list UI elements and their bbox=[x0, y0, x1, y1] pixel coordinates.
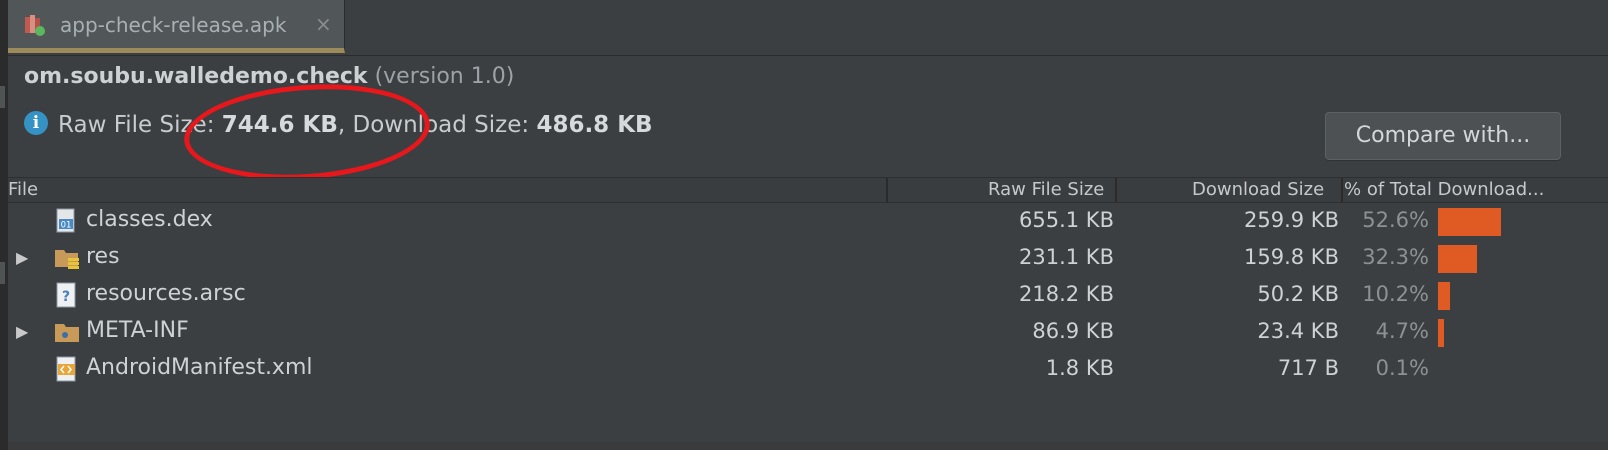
percent-bar bbox=[1438, 319, 1444, 347]
column-divider[interactable] bbox=[1115, 178, 1117, 202]
raw-file-size: 231.1 KB bbox=[1019, 245, 1114, 269]
close-icon[interactable]: × bbox=[315, 12, 332, 36]
folder-icon bbox=[54, 319, 80, 345]
expand-arrow-icon[interactable]: ▶ bbox=[16, 248, 28, 267]
file-name: AndroidManifest.xml bbox=[86, 355, 313, 380]
horizontal-scrollbar[interactable] bbox=[8, 442, 1608, 450]
file-name: classes.dex bbox=[86, 207, 213, 232]
table-row[interactable]: ▶ META-INF 86.9 KB 23.4 KB 4.7% bbox=[8, 314, 1608, 351]
version-open: (version bbox=[374, 64, 471, 89]
percent-bar bbox=[1438, 282, 1450, 310]
tab-app-check-release-apk[interactable]: app-check-release.apk × bbox=[8, 0, 345, 53]
raw-file-size: 218.2 KB bbox=[1019, 282, 1114, 306]
gutter-marker bbox=[0, 262, 5, 284]
percent-of-total: 52.6% bbox=[1362, 208, 1429, 232]
column-header-download-size[interactable]: Download Size bbox=[1192, 178, 1324, 202]
svg-text:01: 01 bbox=[61, 221, 72, 231]
download-size: 259.9 KB bbox=[1244, 208, 1339, 232]
percent-of-total: 10.2% bbox=[1362, 282, 1429, 306]
raw-file-size: 655.1 KB bbox=[1019, 208, 1114, 232]
download-size-value: 486.8 KB bbox=[536, 112, 653, 138]
column-header-percent[interactable]: % of Total Download... bbox=[1344, 178, 1544, 202]
percent-of-total: 32.3% bbox=[1362, 245, 1429, 269]
file-name: res bbox=[86, 244, 120, 269]
svg-text:?: ? bbox=[62, 289, 70, 305]
resource-folder-icon bbox=[54, 245, 80, 271]
table-row[interactable]: 01 classes.dex 655.1 KB 259.9 KB 52.6% bbox=[8, 203, 1608, 240]
version-number: 1.0 bbox=[470, 64, 506, 89]
percent-of-total: 4.7% bbox=[1375, 319, 1429, 343]
apk-summary-panel: om.soubu.walledemo.check (version 1.0) i… bbox=[8, 56, 1608, 450]
left-gutter bbox=[0, 0, 8, 450]
table-row[interactable]: AndroidManifest.xml 1.8 KB 717 B 0.1% bbox=[8, 351, 1608, 388]
compare-with-button[interactable]: Compare with... bbox=[1325, 112, 1561, 160]
percent-bar bbox=[1438, 208, 1501, 236]
dex-file-icon: 01 bbox=[54, 208, 80, 234]
file-name: resources.arsc bbox=[86, 281, 246, 306]
info-icon: i bbox=[24, 110, 48, 135]
raw-file-size: 1.8 KB bbox=[1045, 356, 1114, 380]
apk-analyzer-window: app-check-release.apk × om.soubu.wallede… bbox=[0, 0, 1608, 450]
file-name: META-INF bbox=[86, 318, 189, 343]
tab-label: app-check-release.apk bbox=[60, 13, 287, 37]
percent-of-total: 0.1% bbox=[1375, 356, 1429, 380]
download-size: 23.4 KB bbox=[1257, 319, 1339, 343]
app-title: om.soubu.walledemo.check (version 1.0) bbox=[24, 64, 514, 89]
download-size: 159.8 KB bbox=[1244, 245, 1339, 269]
version-close: ) bbox=[505, 64, 515, 89]
expand-arrow-icon[interactable]: ▶ bbox=[16, 322, 28, 341]
table-header: File Raw File Size Download Size % of To… bbox=[8, 177, 1608, 203]
percent-bar bbox=[1438, 245, 1477, 273]
column-header-file[interactable]: File bbox=[8, 178, 38, 202]
column-header-raw-size[interactable]: Raw File Size bbox=[988, 178, 1104, 202]
column-divider[interactable] bbox=[1341, 178, 1343, 202]
xml-file-icon bbox=[54, 356, 80, 382]
unknown-file-icon: ? bbox=[54, 282, 80, 308]
apk-file-icon bbox=[24, 13, 46, 37]
annotation-circle bbox=[181, 76, 433, 188]
raw-file-size: 86.9 KB bbox=[1032, 319, 1114, 343]
table-row[interactable]: ▶ res 231.1 KB 159.8 KB 32.3% bbox=[8, 240, 1608, 277]
table-row[interactable]: ? resources.arsc 218.2 KB 50.2 KB 10.2% bbox=[8, 277, 1608, 314]
editor-tab-bar: app-check-release.apk × bbox=[8, 0, 1608, 56]
download-size: 717 B bbox=[1277, 356, 1339, 380]
download-size: 50.2 KB bbox=[1257, 282, 1339, 306]
column-divider[interactable] bbox=[886, 178, 888, 202]
gutter-marker bbox=[0, 86, 5, 108]
